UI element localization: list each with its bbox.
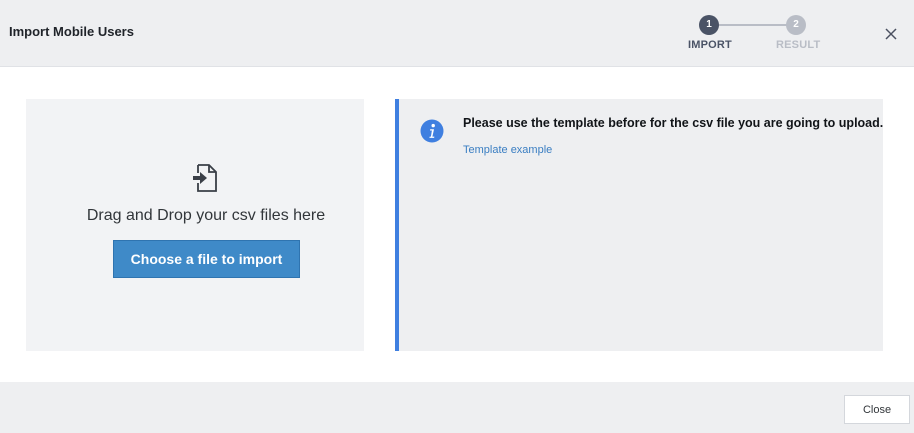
close-button[interactable]: Close [844,395,910,424]
close-icon[interactable] [881,24,901,44]
choose-file-button[interactable]: Choose a file to import [113,240,300,278]
dialog-footer [0,382,914,433]
step-2-indicator: 2 [786,15,806,35]
step-1-indicator: 1 [699,15,719,35]
dialog-title: Import Mobile Users [9,24,134,39]
file-drop-zone[interactable] [26,99,364,351]
step-2-label: RESULT [776,39,821,51]
file-import-icon [192,164,218,192]
template-example-link[interactable]: Template example [463,144,552,156]
import-stepper: 1 2 IMPORT RESULT [680,14,840,54]
drop-instructions: Drag and Drop your csv files here [86,207,326,224]
step-1-label: IMPORT [688,39,732,51]
stepper-connector [710,24,796,26]
info-panel [395,99,883,351]
info-message: Please use the template before for the c… [463,116,884,130]
info-icon [420,119,444,143]
